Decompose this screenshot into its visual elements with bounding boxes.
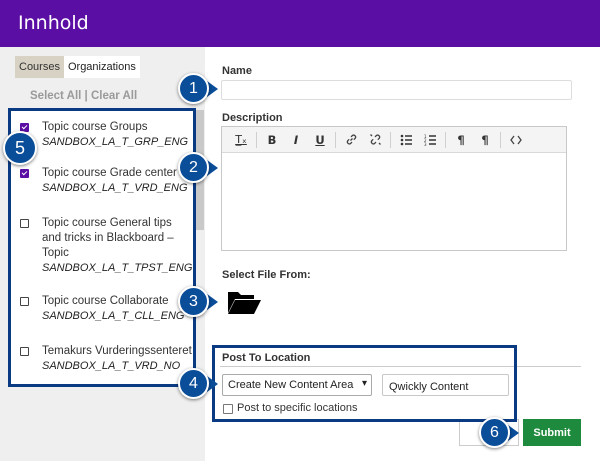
svg-text:3: 3 [424,142,427,146]
post-location-highlight [212,345,517,422]
paragraph-ltr-icon[interactable]: ¶ [449,129,473,151]
description-editor[interactable]: T̲ₓ B I U 123 ¶ ¶ [221,126,567,251]
italic-icon[interactable]: I [284,129,308,151]
select-file-label: Select File From: [222,269,311,281]
callout-badge-2: 2 [178,152,209,183]
numbered-list-icon[interactable]: 123 [418,129,442,151]
name-label: Name [222,65,252,77]
name-input[interactable] [221,80,572,100]
select-links: Select All | Clear All [30,90,137,102]
callout-badge-5: 5 [3,131,37,165]
sidebar-tabs: Courses Organizations [15,56,140,78]
source-code-icon[interactable] [504,129,528,151]
callout-badge-4: 4 [178,368,209,399]
link-icon[interactable] [339,129,363,151]
callout-badge-3: 3 [178,286,209,317]
description-label: Description [222,112,283,124]
toolbar-divider [500,131,501,148]
header-bar: Innhold [0,0,600,47]
callout-badge-6: 6 [479,417,510,448]
bold-icon[interactable]: B [260,129,284,151]
toolbar-divider [390,131,391,148]
bullet-list-icon[interactable] [394,129,418,151]
unlink-icon[interactable] [363,129,387,151]
toolbar-divider [335,131,336,148]
editor-toolbar: T̲ₓ B I U 123 ¶ ¶ [222,127,566,153]
select-all-link[interactable]: Select All [30,90,81,102]
folder-open-icon[interactable] [226,289,262,320]
page-title: Innhold [18,12,89,34]
clear-all-link[interactable]: Clear All [91,90,137,102]
toolbar-divider [445,131,446,148]
submit-button[interactable]: Submit [523,419,581,446]
clear-format-icon[interactable]: T̲ₓ [229,129,253,151]
toolbar-divider [256,131,257,148]
underline-icon[interactable]: U [308,129,332,151]
tab-organizations[interactable]: Organizations [63,56,140,78]
callout-badge-1: 1 [178,73,209,104]
tab-courses[interactable]: Courses [15,56,64,78]
paragraph-rtl-icon[interactable]: ¶ [473,129,497,151]
select-links-separator: | [81,90,91,102]
